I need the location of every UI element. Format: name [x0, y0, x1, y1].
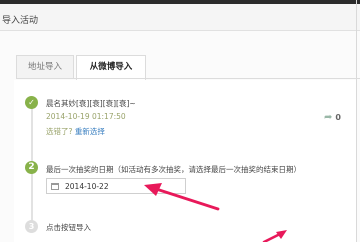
reselect-link[interactable]: 重新选择	[75, 127, 105, 136]
wrong-selection-text: 选错了?	[46, 127, 73, 136]
tab-weibo-import[interactable]: 从微博导入	[76, 55, 146, 80]
selected-post-time: 2014-10-19 01:17:50	[46, 112, 126, 121]
tab-underline	[16, 78, 360, 79]
last-draw-date-label: 最后一次抽奖的日期（如活动有多次抽奖，请选择最后一次抽奖的结束日期）	[46, 165, 301, 174]
step-1-check-icon: ✓	[25, 96, 38, 109]
dialog-header: 导入活动	[0, 4, 360, 31]
import-button-hint: 点击按钮导入	[46, 223, 91, 232]
reselect-row: 选错了? 重新选择	[46, 126, 105, 137]
calendar-icon[interactable]	[51, 183, 59, 190]
step-3-number-icon: 3	[25, 220, 38, 233]
tab-address-import[interactable]: 地址导入	[16, 55, 74, 78]
date-value: 2014-10-22	[65, 182, 109, 191]
last-draw-date-input[interactable]: 2014-10-22	[46, 178, 186, 194]
selected-post-title: 晨名其妙[衰][衰][衰][衰]~	[46, 99, 136, 108]
step-2-number-icon: 2	[25, 161, 38, 174]
share-arrow-icon: ➦	[324, 112, 333, 123]
share-count: ➦ 0	[324, 112, 341, 123]
dialog-title: 导入活动	[2, 16, 39, 26]
right-divider	[356, 0, 357, 242]
share-count-value: 0	[335, 113, 341, 122]
